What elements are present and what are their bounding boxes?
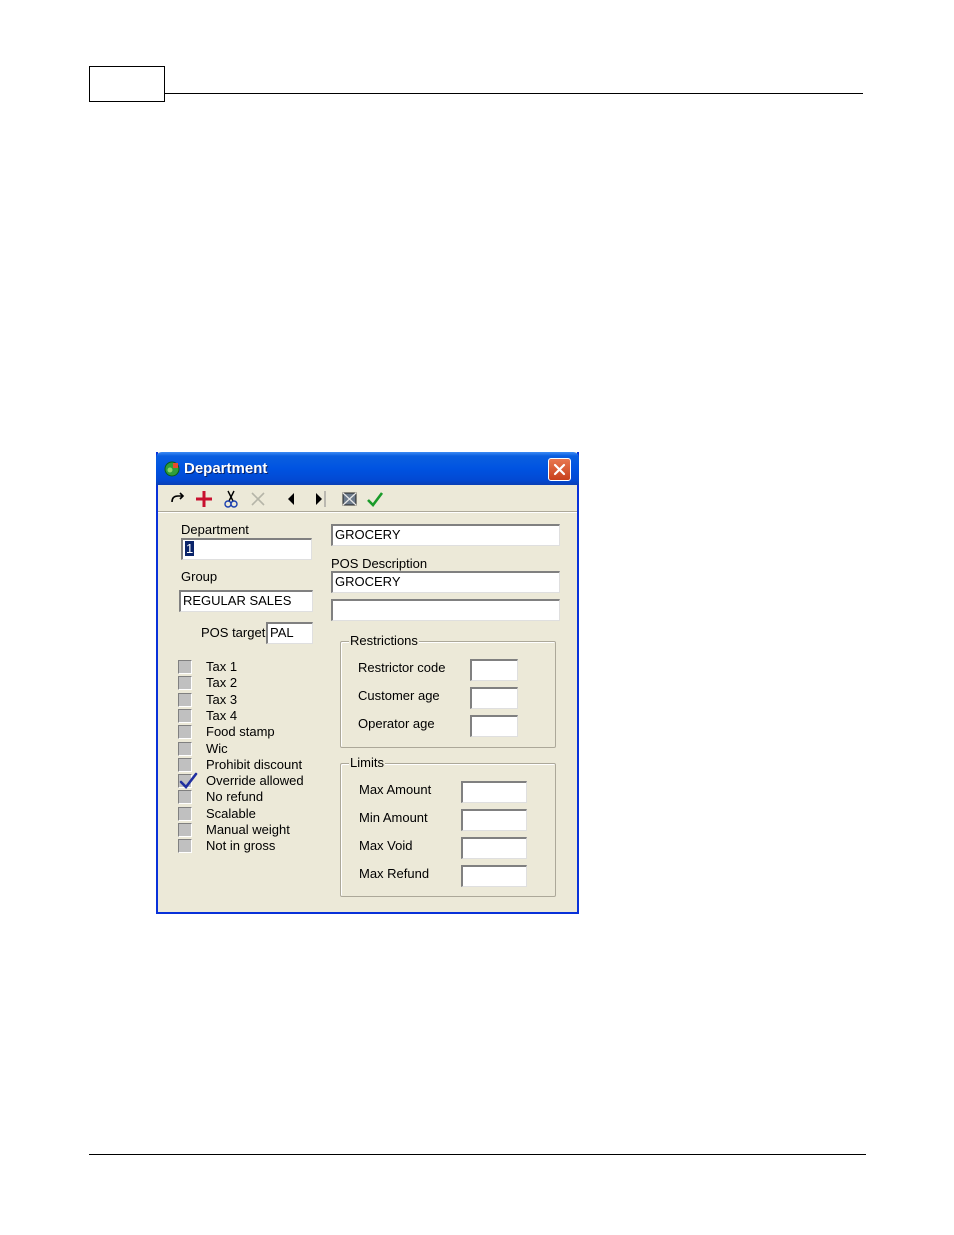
limits-title: Limits bbox=[349, 755, 385, 770]
option-checkbox[interactable] bbox=[178, 725, 192, 740]
option-label: Tax 3 bbox=[206, 691, 238, 707]
department-number-field[interactable]: 1 bbox=[181, 538, 312, 560]
group-label: Group bbox=[181, 569, 218, 584]
page-number-box bbox=[89, 66, 165, 102]
option-checkbox[interactable] bbox=[178, 772, 198, 790]
customer-age-label: Customer age bbox=[358, 688, 440, 703]
max-refund-label: Max Refund bbox=[359, 866, 430, 881]
add-icon bbox=[196, 491, 212, 507]
option-label: Food stamp bbox=[206, 724, 275, 740]
department-label: Department bbox=[181, 522, 249, 537]
cut-icon bbox=[224, 490, 238, 508]
department-number-value: 1 bbox=[185, 541, 195, 556]
next-button[interactable] bbox=[308, 489, 328, 509]
restrictions-title: Restrictions bbox=[349, 633, 419, 648]
option-checkbox[interactable] bbox=[178, 757, 192, 772]
option-label: Tax 4 bbox=[206, 707, 238, 723]
customer-age-field[interactable] bbox=[470, 687, 518, 709]
header-rule bbox=[164, 93, 863, 94]
option-label: Wic bbox=[206, 740, 228, 756]
pos-description-label: POS Description bbox=[331, 556, 428, 571]
delete-button[interactable] bbox=[248, 489, 268, 509]
max-void-label: Max Void bbox=[359, 838, 413, 853]
option-label: Prohibit discount bbox=[206, 756, 303, 772]
close-icon bbox=[553, 463, 566, 476]
option-checkbox[interactable] bbox=[178, 708, 192, 723]
max-amount-label: Max Amount bbox=[359, 782, 432, 797]
option-label: No refund bbox=[206, 789, 264, 805]
next-icon bbox=[316, 491, 326, 507]
option-label: Not in gross bbox=[206, 838, 276, 854]
restrictor-code-label: Restrictor code bbox=[358, 660, 446, 675]
toolbar-divider bbox=[158, 511, 577, 513]
close-button[interactable] bbox=[548, 458, 571, 481]
option-checkbox[interactable] bbox=[178, 806, 192, 821]
pos-target-field[interactable]: PAL bbox=[266, 622, 313, 644]
operator-age-field[interactable] bbox=[470, 715, 518, 737]
min-amount-field[interactable] bbox=[461, 809, 527, 831]
confirm-button[interactable] bbox=[365, 489, 385, 509]
restrictions-group: Restrictions Restrictor code Customer ag… bbox=[340, 633, 556, 748]
option-checkbox[interactable] bbox=[178, 741, 192, 756]
add-button[interactable] bbox=[194, 489, 214, 509]
operator-age-label: Operator age bbox=[358, 716, 435, 731]
min-amount-label: Min Amount bbox=[359, 810, 428, 825]
pos-target-label: POS target bbox=[201, 625, 266, 640]
limits-group: Limits Max Amount Min Amount Max Void Ma… bbox=[340, 755, 556, 897]
previous-button[interactable] bbox=[282, 489, 302, 509]
department-dialog: Department Department 1 Group REGULAR SA… bbox=[156, 452, 579, 914]
option-label: Scalable bbox=[206, 805, 256, 821]
group-field[interactable]: REGULAR SALES bbox=[179, 590, 313, 612]
confirm-icon bbox=[367, 492, 384, 507]
max-amount-field[interactable] bbox=[461, 781, 527, 803]
option-label: Tax 1 bbox=[206, 659, 238, 674]
pos-description-field[interactable]: GROCERY bbox=[331, 571, 560, 593]
app-icon bbox=[164, 461, 180, 477]
checkmark-icon bbox=[179, 772, 198, 790]
restrictor-code-field[interactable] bbox=[470, 659, 518, 681]
title-bar[interactable]: Department bbox=[156, 452, 579, 485]
previous-icon bbox=[288, 493, 294, 505]
option-checkbox[interactable] bbox=[178, 692, 192, 707]
option-label: Manual weight bbox=[206, 822, 290, 837]
option-checkbox[interactable] bbox=[178, 839, 192, 854]
option-checkbox[interactable] bbox=[178, 676, 192, 691]
option-label: Tax 2 bbox=[206, 675, 238, 691]
option-checkbox[interactable] bbox=[178, 660, 192, 674]
refresh-button[interactable] bbox=[340, 489, 360, 509]
max-refund-field[interactable] bbox=[461, 865, 527, 887]
redo-icon bbox=[171, 492, 185, 503]
cut-button[interactable] bbox=[221, 489, 241, 509]
window-title: Department bbox=[184, 460, 268, 477]
pos-description-line2-field[interactable] bbox=[331, 599, 560, 621]
refresh-icon bbox=[342, 492, 357, 506]
department-name-field[interactable]: GROCERY bbox=[331, 524, 560, 546]
toolbar bbox=[158, 485, 577, 511]
option-label: Override allowed bbox=[206, 773, 304, 789]
max-void-field[interactable] bbox=[461, 837, 527, 859]
delete-icon bbox=[251, 492, 265, 506]
option-checkbox[interactable] bbox=[178, 790, 192, 805]
option-checkbox[interactable] bbox=[178, 823, 192, 837]
footer-rule bbox=[89, 1154, 866, 1155]
redo-button[interactable] bbox=[168, 489, 188, 509]
